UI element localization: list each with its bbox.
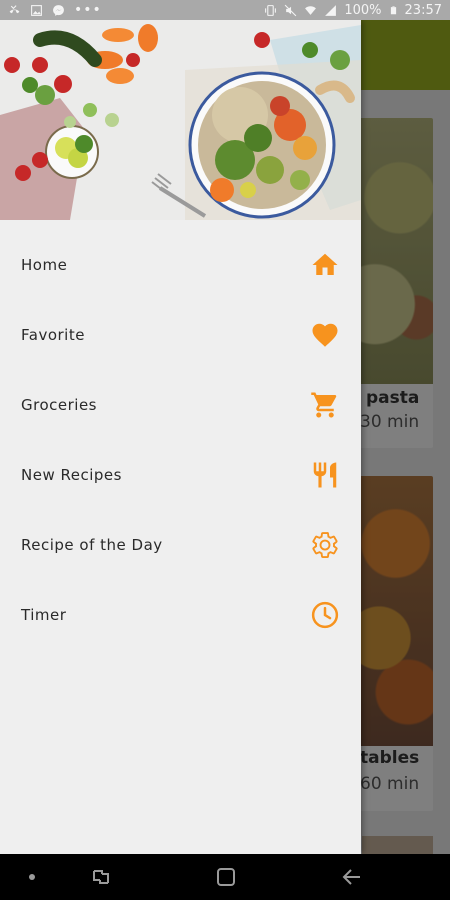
drawer-header-image	[0, 20, 361, 220]
drawer-item-favorite[interactable]: Favorite	[0, 300, 361, 370]
clock-time: 23:57	[404, 2, 442, 18]
back-icon[interactable]	[340, 865, 364, 889]
drawer-item-label: Home	[21, 256, 68, 274]
signal-icon	[325, 4, 337, 16]
drawer-item-label: Timer	[21, 606, 67, 624]
drawer-item-groceries[interactable]: Groceries	[0, 370, 361, 440]
drawer-item-recipe-of-the-day[interactable]: Recipe of the Day	[0, 510, 361, 580]
status-right-icons: 100% 23:57	[264, 3, 442, 18]
status-bar: ••• 100% 23:57	[0, 0, 450, 20]
cutlery-icon	[310, 460, 340, 490]
vibrate-icon	[265, 4, 277, 16]
home-icon	[310, 250, 340, 280]
navigation-drawer: Home Favorite Groceries New Recipes Reci…	[0, 20, 361, 854]
battery-icon	[390, 5, 396, 14]
gear-icon	[310, 530, 340, 560]
more-icon: •••	[74, 2, 102, 18]
drawer-item-label: Groceries	[21, 396, 97, 414]
status-left-icons: •••	[8, 2, 102, 18]
drawer-item-home[interactable]: Home	[0, 230, 361, 300]
heart-icon	[310, 320, 340, 350]
clock-icon	[310, 600, 340, 630]
drawer-item-label: New Recipes	[21, 466, 122, 484]
home-button-icon[interactable]	[214, 865, 238, 889]
drawer-item-new-recipes[interactable]: New Recipes	[0, 440, 361, 510]
battery-percent: 100%	[344, 2, 382, 18]
drawer-item-label: Favorite	[21, 326, 85, 344]
image-icon	[31, 4, 42, 16]
recent-apps-icon[interactable]	[89, 865, 113, 889]
drawer-item-label: Recipe of the Day	[21, 536, 163, 554]
messenger-icon	[53, 4, 64, 16]
wifi-icon	[305, 5, 317, 15]
cart-icon	[310, 390, 340, 420]
mute-icon	[285, 4, 297, 16]
system-nav-bar	[0, 854, 450, 900]
drawer-item-timer[interactable]: Timer	[0, 580, 361, 650]
missed-call-icon	[9, 4, 20, 13]
menu-dot-icon[interactable]	[20, 865, 44, 889]
food-bowl-photo	[0, 20, 361, 220]
